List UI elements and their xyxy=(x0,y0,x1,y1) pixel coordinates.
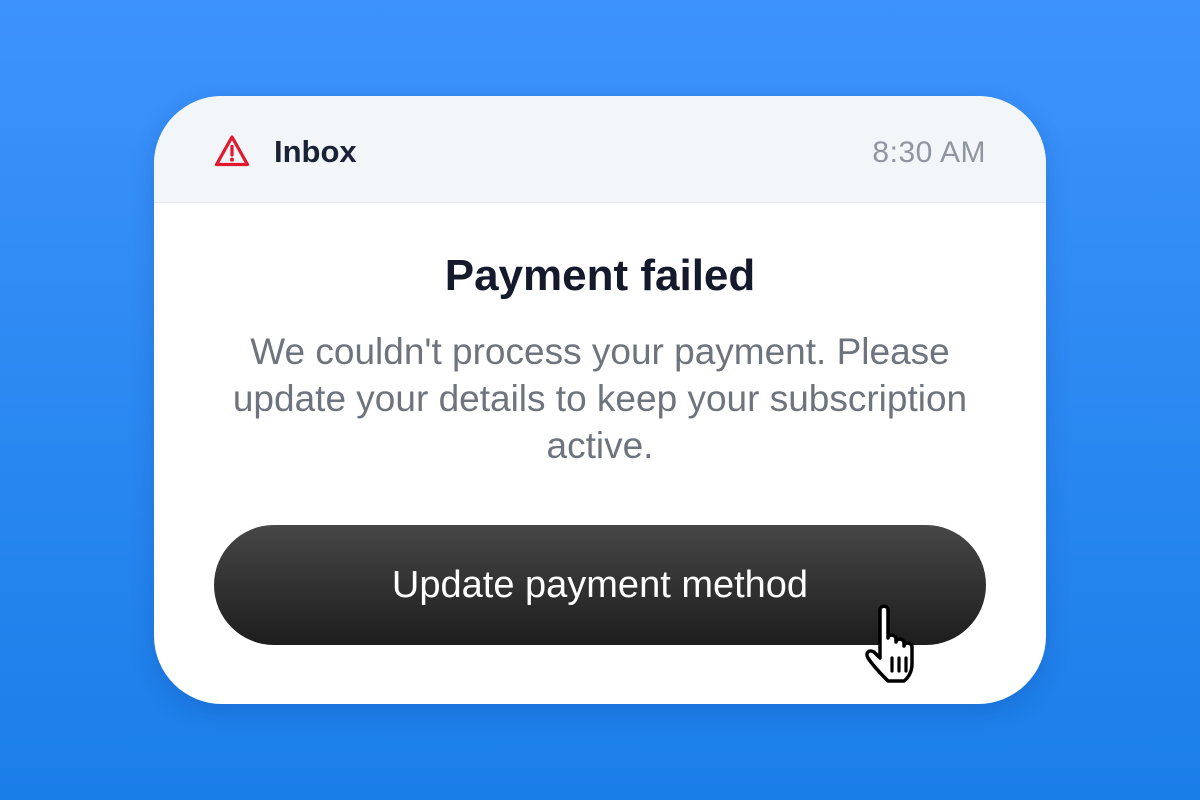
notification-header: Inbox 8:30 AM xyxy=(154,96,1046,203)
alert-triangle-icon xyxy=(214,134,250,168)
notification-message: We couldn't process your payment. Please… xyxy=(232,331,968,466)
notification-title: Payment failed xyxy=(444,251,756,300)
timestamp: 8:30 AM xyxy=(872,136,986,169)
inbox-label: Inbox xyxy=(274,134,357,169)
hand-pointer-icon xyxy=(858,600,932,686)
